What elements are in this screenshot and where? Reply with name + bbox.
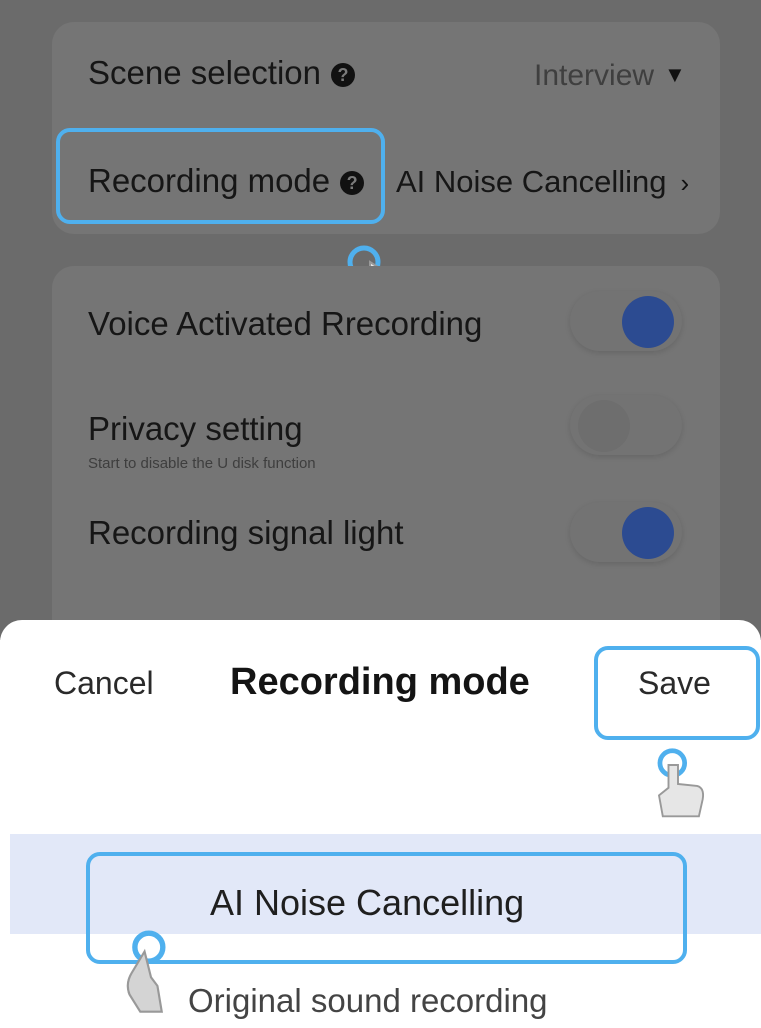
hand-pointer-icon [126, 930, 166, 1013]
recording-mode-highlight [56, 128, 385, 224]
save-button-highlight [594, 646, 760, 740]
scene-selection-label: Scene selection [88, 54, 321, 91]
voice-activated-label: Voice Activated Rrecording [88, 305, 483, 342]
privacy-setting-sublabel: Start to disable the U disk function [88, 455, 316, 472]
scene-selection-row[interactable]: Scene selection? [88, 54, 355, 92]
signal-light-toggle[interactable] [570, 502, 682, 562]
toggle-knob [578, 400, 630, 452]
toggle-knob [622, 296, 674, 348]
hand-pointer-icon [657, 748, 705, 818]
chevron-right-icon: › [680, 168, 690, 198]
recording-mode-value: AI Noise Cancelling [396, 164, 667, 199]
caret-down-icon: ▼ [664, 62, 686, 87]
signal-light-label: Recording signal light [88, 514, 404, 551]
option-original-sound-recording[interactable]: Original sound recording [188, 982, 548, 1020]
privacy-setting-label: Privacy setting [88, 410, 303, 447]
toggle-knob [622, 507, 674, 559]
help-icon[interactable]: ? [330, 63, 355, 87]
scene-selection-dropdown[interactable]: Interview ▼ [534, 59, 686, 93]
recording-mode-value-link[interactable]: AI Noise Cancelling › [396, 164, 689, 200]
sheet-title: Recording mode [230, 661, 530, 703]
scene-selection-value: Interview [534, 59, 655, 92]
voice-activated-toggle[interactable] [570, 291, 682, 351]
privacy-setting-toggle[interactable] [570, 395, 682, 455]
settings-backdrop: Scene selection? Interview ▼ Recording mo… [0, 0, 761, 640]
cancel-button[interactable]: Cancel [54, 665, 154, 702]
